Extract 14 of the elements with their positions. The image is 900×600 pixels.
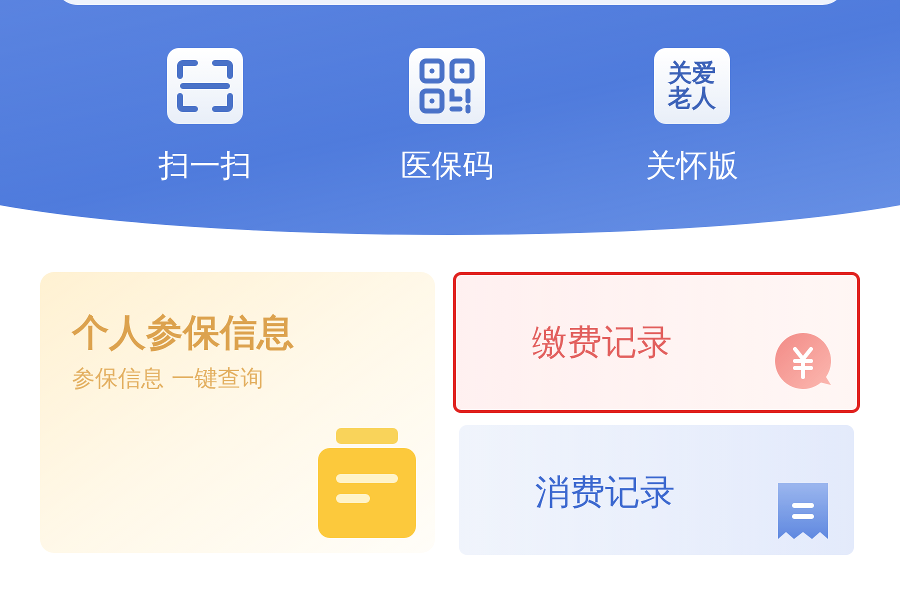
shortcut-label: 扫一扫 [158,147,252,186]
payment-record-card[interactable]: 缴费记录 [453,272,860,413]
shortcut-label: 医保码 [400,147,494,186]
box-icon [318,428,416,538]
card-subtitle: 参保信息 一键查询 [72,365,264,394]
consumption-record-card[interactable]: 消费记录 [459,425,854,555]
card-label: 消费记录 [535,472,676,515]
receipt-icon [778,483,828,539]
elderly-care-badge[interactable]: 关爱 老人 [654,48,730,124]
qr-code-icon[interactable] [409,48,485,124]
card-title: 个人参保信息 [72,310,294,356]
scan-icon[interactable] [167,48,243,124]
shortcut-label: 关怀版 [646,147,738,186]
card-label: 缴费记录 [532,322,672,365]
